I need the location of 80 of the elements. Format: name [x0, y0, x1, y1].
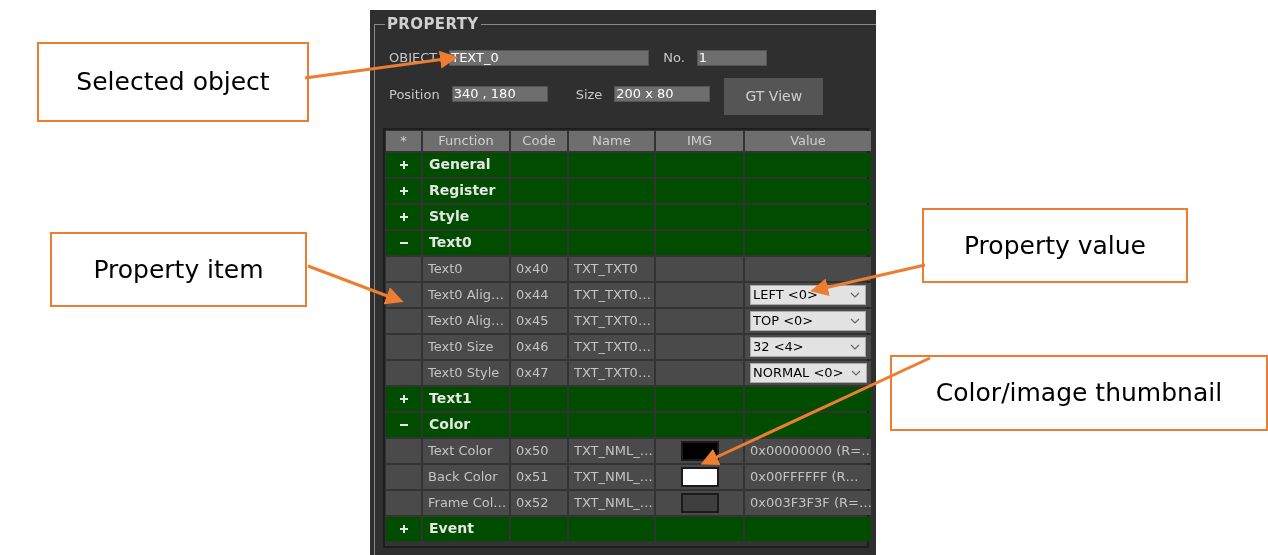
column-header: IMG [656, 130, 743, 151]
expand-icon[interactable] [399, 186, 408, 195]
callout-box: Color/image thumbnail [890, 355, 1268, 431]
table-cell: TXT_NML_… [569, 464, 654, 489]
table-cell [511, 412, 567, 437]
table-cell [511, 204, 567, 229]
value-dropdown[interactable]: TOP <0> [750, 310, 866, 331]
table-cell: Text0 Alig… [423, 308, 509, 333]
text-field[interactable]: 1 [696, 49, 767, 66]
expand-icon[interactable] [399, 212, 408, 221]
field-label: No. [663, 49, 685, 67]
table-cell: Text0 [423, 256, 509, 281]
table-cell: Text Color [423, 438, 509, 463]
table-cell: Back Color [423, 464, 509, 489]
callout-box: Selected object [37, 42, 309, 122]
table-cell [511, 178, 567, 203]
group-label[interactable]: Style [423, 204, 509, 229]
table-cell: 0x00FFFFFF (R… [745, 464, 871, 489]
table-cell [511, 516, 567, 541]
value-dropdown[interactable]: LEFT <0> [750, 284, 866, 305]
column-header: * [386, 130, 421, 151]
field-label: Position [389, 85, 440, 104]
table-cell [386, 256, 421, 281]
column-header: Value [745, 130, 871, 151]
table-cell: TXT_NML_… [569, 490, 654, 515]
table-cell: TXT_NML_… [569, 438, 654, 463]
callout-box: Property item [50, 232, 307, 307]
expand-icon[interactable] [399, 524, 408, 533]
group-label[interactable]: Text0 [423, 230, 509, 255]
table-cell: TXT_TXT0… [569, 334, 654, 359]
table-cell [386, 334, 421, 359]
table-cell: 0x44 [511, 282, 567, 307]
column-header: Function [423, 130, 509, 151]
table-cell [511, 386, 567, 411]
gt-view-button[interactable]: GT View [724, 77, 824, 115]
table-cell [511, 230, 567, 255]
field-label: Size [575, 85, 603, 104]
table-cell [386, 438, 421, 463]
table-cell [511, 152, 567, 177]
table-cell: Frame Col… [423, 490, 509, 515]
text-field[interactable]: TEXT_0 [449, 49, 650, 66]
table-cell: 0x50 [511, 438, 567, 463]
table-cell [386, 360, 421, 385]
text-field[interactable]: 200 x 80 [614, 86, 711, 103]
group-label[interactable]: Register [423, 178, 509, 203]
callout-box: Property value [922, 208, 1188, 283]
table-cell: 0x52 [511, 490, 567, 515]
table-cell: 0x40 [511, 256, 567, 281]
table-cell: TXT_TXT0… [569, 360, 654, 385]
caret-icon [850, 317, 860, 324]
table-cell [386, 464, 421, 489]
caret-icon [850, 369, 861, 376]
table-cell: TXT_TXT0… [569, 282, 654, 307]
table-cell: 0x46 [511, 334, 567, 359]
group-label[interactable]: General [423, 152, 509, 177]
value-dropdown[interactable]: NORMAL <0> [750, 362, 867, 383]
group-label[interactable]: Text1 [423, 386, 509, 411]
group-label[interactable]: Color [423, 412, 509, 437]
table-cell: Text0 Alig… [423, 282, 509, 307]
panel-title: PROPERTY [387, 15, 479, 33]
table-cell: 0x45 [511, 308, 567, 333]
group-label[interactable]: Event [423, 516, 509, 541]
caret-icon [850, 343, 860, 350]
table-cell: 0x51 [511, 464, 567, 489]
text-field[interactable]: 340 , 180 [451, 86, 548, 103]
table-cell: Text0 Size [423, 334, 509, 359]
column-header: Code [511, 130, 567, 151]
caret-icon [850, 291, 860, 298]
table-cell: 0x003F3F3F (R=… [745, 490, 871, 515]
column-header: Name [569, 130, 654, 151]
table-cell: 0x47 [511, 360, 567, 385]
table-cell: TXT_TXT0… [569, 308, 654, 333]
table-cell: Text0 Style [423, 360, 509, 385]
value-dropdown[interactable]: 32 <4> [750, 336, 866, 357]
table-cell [386, 308, 421, 333]
expand-icon[interactable] [399, 394, 408, 403]
table-cell [386, 490, 421, 515]
expand-icon[interactable] [399, 160, 408, 169]
table-cell: TXT_TXT0 [569, 256, 654, 281]
table-cell: 0x00000000 (R=… [745, 438, 871, 463]
